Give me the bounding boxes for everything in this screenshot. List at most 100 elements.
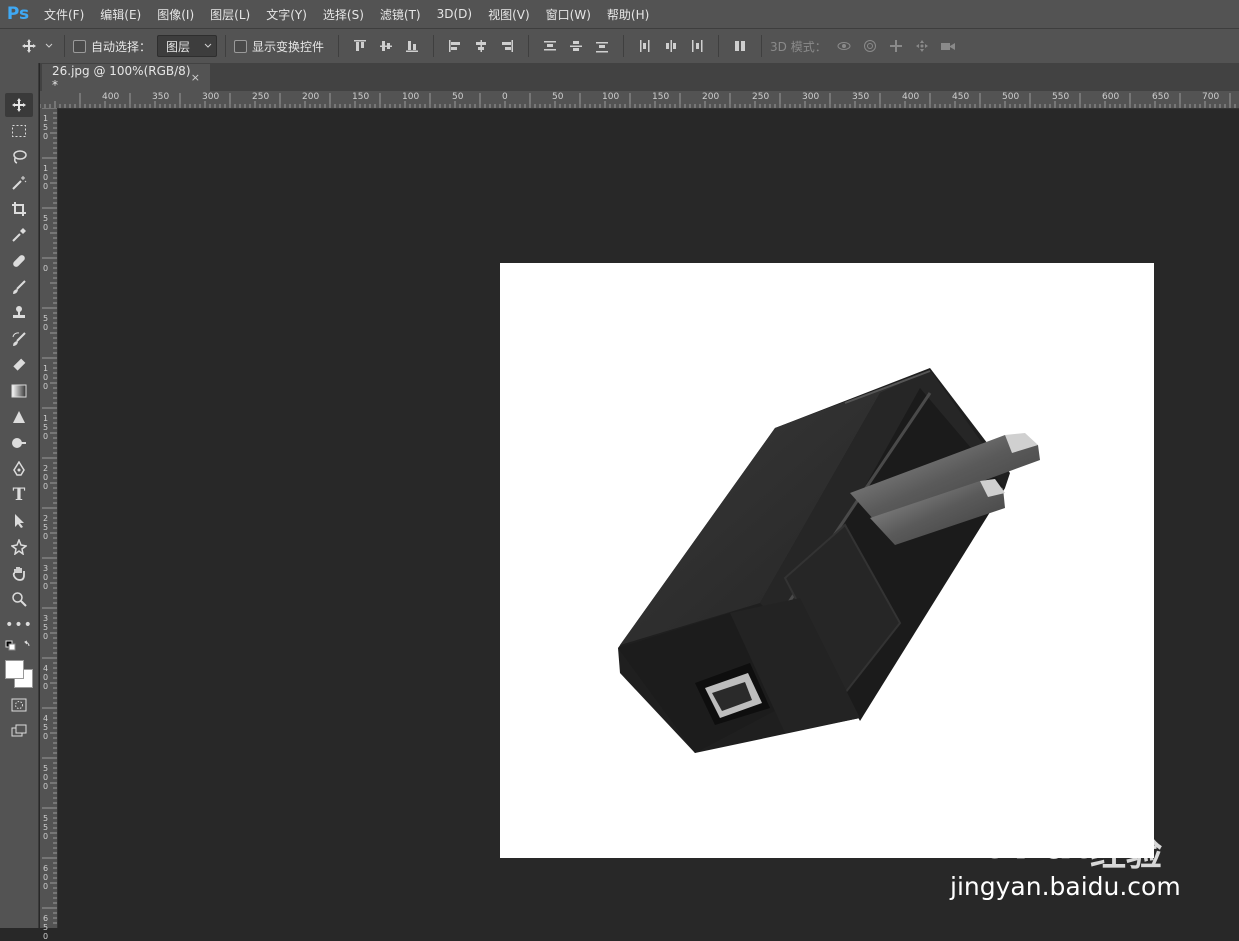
magic-wand-tool-icon[interactable] <box>5 171 33 195</box>
shape-tool-icon[interactable] <box>5 535 33 559</box>
ruler-label: 2 5 0 <box>43 514 49 541</box>
history-brush-tool-icon[interactable] <box>5 327 33 351</box>
divider <box>761 35 763 57</box>
ruler-label: 1 0 0 <box>43 364 49 391</box>
brush-tool-icon[interactable] <box>5 275 33 299</box>
divider <box>433 35 435 57</box>
camera-3d-icon[interactable] <box>935 33 961 59</box>
crop-tool-icon[interactable] <box>5 197 33 221</box>
ruler-label: 2 0 0 <box>43 464 49 491</box>
close-icon[interactable]: × <box>191 71 200 84</box>
ruler-label: 450 <box>952 92 970 102</box>
ruler-label: 400 <box>902 92 920 102</box>
align-hcenter-icon[interactable] <box>468 33 494 59</box>
slide-3d-icon[interactable] <box>909 33 935 59</box>
align-top-icon[interactable] <box>347 33 373 59</box>
align-left-icon[interactable] <box>442 33 468 59</box>
default-colors-icon[interactable] <box>5 639 33 655</box>
distribute-vcenter-icon[interactable] <box>563 33 589 59</box>
ruler-label: 600 <box>1102 92 1120 102</box>
ruler-label: 5 0 <box>43 314 49 332</box>
menu-layer[interactable]: 图层(L) <box>210 6 250 23</box>
distribute-hcenter-icon[interactable] <box>658 33 684 59</box>
ruler-label: 150 <box>352 92 370 102</box>
tools-panel: T ••• <box>0 63 39 928</box>
ruler-label: 700 <box>1202 92 1220 102</box>
gradient-tool-icon[interactable] <box>5 379 33 403</box>
ruler-label: 5 5 0 <box>43 814 49 841</box>
ruler-label: 200 <box>702 92 720 102</box>
orbit-3d-icon[interactable] <box>831 33 857 59</box>
auto-select-dropdown[interactable]: 图层 <box>157 35 218 57</box>
eyedropper-tool-icon[interactable] <box>5 223 33 247</box>
ruler-label: 0 <box>502 92 508 102</box>
healing-tool-icon[interactable] <box>5 249 33 273</box>
document-tab-bar: 26.jpg @ 100%(RGB/8) * × <box>40 63 1239 92</box>
screen-mode-icon[interactable] <box>5 719 33 743</box>
path-select-tool-icon[interactable] <box>5 509 33 533</box>
ruler-label: 350 <box>852 92 870 102</box>
zoom-tool-icon[interactable] <box>5 587 33 611</box>
pen-tool-icon[interactable] <box>5 457 33 481</box>
auto-select-checkbox[interactable]: 自动选择： <box>73 38 151 55</box>
menu-select[interactable]: 选择(S) <box>323 6 364 23</box>
document-tab[interactable]: 26.jpg @ 100%(RGB/8) * × <box>42 64 210 92</box>
menu-view[interactable]: 视图(V) <box>488 6 530 23</box>
color-swatches[interactable] <box>4 658 34 688</box>
checkbox-box[interactable] <box>234 39 248 53</box>
pan-3d-icon[interactable] <box>883 33 909 59</box>
divider <box>623 35 625 57</box>
ruler-label: 100 <box>602 92 620 102</box>
quick-mask-icon[interactable] <box>5 693 33 717</box>
show-transform-label: 显示变换控件 <box>252 39 325 54</box>
ruler-label: 4 5 0 <box>43 714 49 741</box>
menu-type[interactable]: 文字(Y) <box>266 6 307 23</box>
charger-image <box>618 368 1040 753</box>
chevron-down-icon[interactable] <box>42 33 56 59</box>
ruler-label: 250 <box>752 92 770 102</box>
align-vcenter-icon[interactable] <box>373 33 399 59</box>
checkbox-box[interactable] <box>73 39 86 53</box>
move-icon[interactable] <box>16 33 42 59</box>
menu-file[interactable]: 文件(F) <box>44 6 84 23</box>
eraser-tool-icon[interactable] <box>5 353 33 377</box>
marquee-tool-icon[interactable] <box>5 119 33 143</box>
mode-3d-label: 3D 模式： <box>770 39 827 54</box>
distribute-top-icon[interactable] <box>537 33 563 59</box>
more-tools-icon[interactable]: ••• <box>5 613 33 637</box>
blur-tool-icon[interactable] <box>5 405 33 429</box>
menu-filter[interactable]: 滤镜(T) <box>380 6 421 23</box>
ruler-label: 5 0 <box>43 214 49 232</box>
roll-3d-icon[interactable] <box>857 33 883 59</box>
foreground-color-swatch[interactable] <box>5 660 24 679</box>
distribute-bottom-icon[interactable] <box>589 33 615 59</box>
align-right-icon[interactable] <box>494 33 520 59</box>
align-bottom-icon[interactable] <box>399 33 425 59</box>
dodge-tool-icon[interactable] <box>5 431 33 455</box>
move-tool-icon[interactable] <box>5 93 33 117</box>
chevron-down-icon <box>204 43 212 48</box>
lasso-tool-icon[interactable] <box>5 145 33 169</box>
photoshop-logo: Ps <box>6 4 30 24</box>
show-transform-checkbox[interactable]: 显示变换控件 <box>234 38 324 55</box>
distribute-left-icon[interactable] <box>632 33 658 59</box>
distribute-right-icon[interactable] <box>684 33 710 59</box>
menu-3d[interactable]: 3D(D) <box>437 7 472 21</box>
auto-align-icon[interactable] <box>727 33 753 59</box>
ruler-label: 3 0 0 <box>43 564 49 591</box>
menu-window[interactable]: 窗口(W) <box>546 6 591 23</box>
menu-edit[interactable]: 编辑(E) <box>100 6 141 23</box>
ruler-label: 1 5 0 <box>43 414 49 441</box>
hand-tool-icon[interactable] <box>5 561 33 585</box>
menu-image[interactable]: 图像(I) <box>157 6 194 23</box>
ruler-label: 5 0 0 <box>43 764 49 791</box>
options-bar: 自动选择： 图层 显示变换控件 3D 模式： <box>0 28 1239 64</box>
ruler-label: 500 <box>1002 92 1020 102</box>
menu-help[interactable]: 帮助(H) <box>607 6 649 23</box>
ruler-label: 50 <box>452 92 464 102</box>
document-canvas[interactable] <box>500 263 1154 858</box>
type-tool-icon[interactable]: T <box>5 483 33 507</box>
divider <box>528 35 530 57</box>
stamp-tool-icon[interactable] <box>5 301 33 325</box>
ruler-label: 300 <box>802 92 820 102</box>
